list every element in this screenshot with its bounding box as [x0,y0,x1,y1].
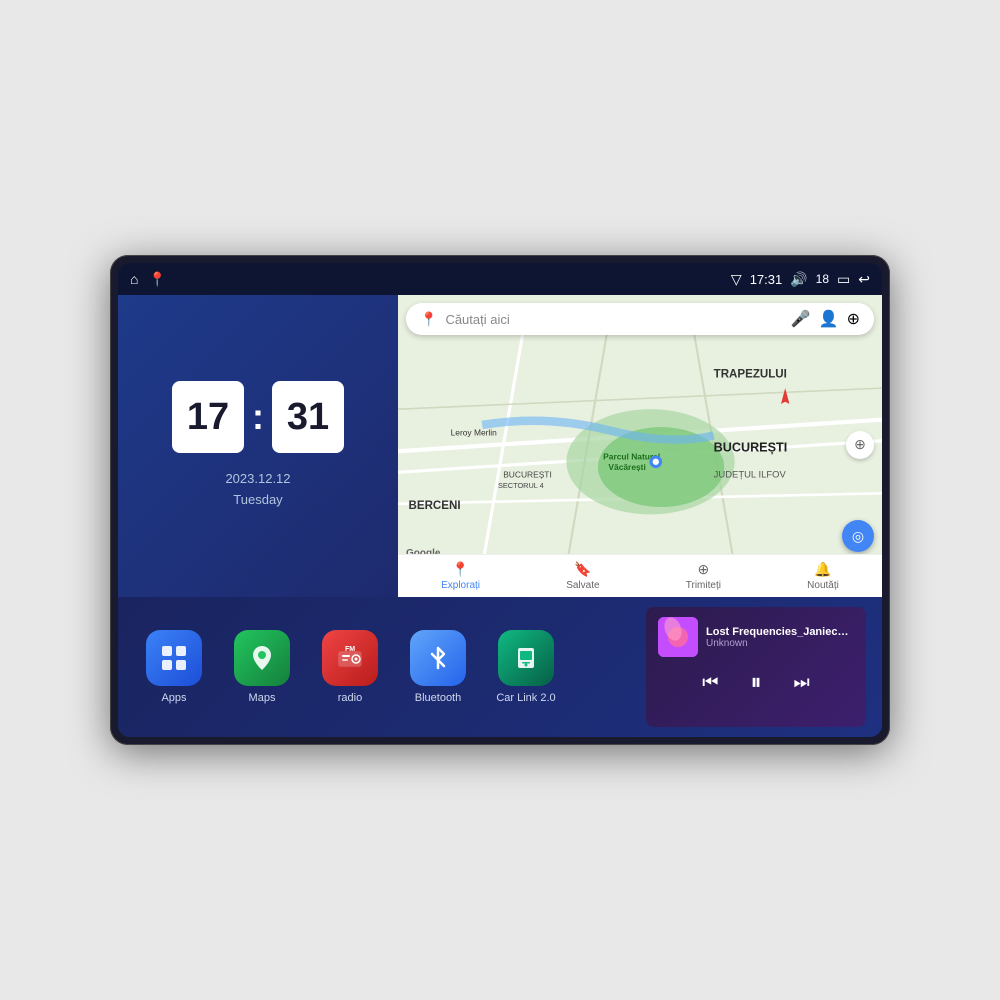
map-layers-icon[interactable]: ⊕ [847,309,860,329]
status-time: 17:31 [750,272,783,287]
news-label: Noutăți [807,580,839,591]
map-logo-icon: 📍 [420,311,437,328]
date-value: 2023.12.12 [225,469,290,490]
carlink-label: Car Link 2.0 [496,692,555,704]
music-player: Lost Frequencies_Janieck Devy-... Unknow… [646,607,866,727]
svg-text:FM: FM [345,646,355,653]
map-search-bar[interactable]: 📍 Căutați aici 🎤 👤 ⊕ [406,303,874,335]
back-icon[interactable]: ↩ [858,271,870,288]
app-icon-maps[interactable]: Maps [222,630,302,704]
explore-icon: 📍 [452,561,469,578]
apps-label: Apps [161,692,186,704]
saved-icon: 🔖 [574,561,591,578]
bottom-section: Apps Maps [118,597,882,737]
explore-label: Explorați [441,580,480,591]
carlink-icon-bg [498,630,554,686]
maps-label: Maps [249,692,276,704]
battery-icon: ▭ [837,271,850,288]
maps-icon-bg [234,630,290,686]
status-left-icons: ⌂ 📍 [130,271,166,288]
news-icon: 🔔 [814,561,831,578]
map-nav-saved[interactable]: 🔖 Salvate [566,561,599,591]
svg-text:JUDEȚUL ILFOV: JUDEȚUL ILFOV [714,470,787,481]
svg-text:TRAPEZULUI: TRAPEZULUI [714,369,787,381]
clock-hours: 17 [172,381,244,453]
map-search-actions: 🎤 👤 ⊕ [791,309,860,329]
clock-display: 17 : 31 [172,381,344,453]
top-section: 17 : 31 2023.12.12 Tuesday [118,295,882,597]
music-prev-button[interactable]: ⏮ [698,668,722,697]
map-nav-send[interactable]: ⊕ Trimiteți [686,561,721,591]
clock-widget: 17 : 31 2023.12.12 Tuesday [118,295,398,597]
volume-icon: 🔊 [790,271,807,288]
battery-level: 18 [816,272,829,286]
app-icon-radio[interactable]: FM radio [310,630,390,704]
map-nav-news[interactable]: 🔔 Noutăți [807,561,839,591]
signal-icon: ▽ [731,271,742,288]
svg-text:Leroy Merlin: Leroy Merlin [451,427,498,437]
app-icon-apps[interactable]: Apps [134,630,214,704]
music-controls: ⏮ ⏸ ⏭ [658,665,854,699]
bluetooth-icon-bg [410,630,466,686]
map-nav-explore[interactable]: 📍 Explorați [441,561,480,591]
send-label: Trimiteți [686,580,721,591]
svg-text:BUCUREȘTI: BUCUREȘTI [714,440,788,454]
music-info: Lost Frequencies_Janieck Devy-... Unknow… [658,617,854,657]
svg-text:SECTORUL 4: SECTORUL 4 [498,481,544,490]
music-play-button[interactable]: ⏸ [746,665,765,699]
status-right-info: ▽ 17:31 🔊 18 ▭ ↩ [731,271,870,288]
device-screen: ⌂ 📍 ▽ 17:31 🔊 18 ▭ ↩ 17 : [118,263,882,737]
radio-icon-bg: FM [322,630,378,686]
apps-grid: Apps Maps [134,630,646,704]
clock-separator: : [252,396,264,438]
apps-icon-bg [146,630,202,686]
radio-label: radio [338,692,362,704]
clock-minutes: 31 [272,381,344,453]
music-text: Lost Frequencies_Janieck Devy-... Unknow… [706,626,854,649]
map-bottom-nav: 📍 Explorați 🔖 Salvate ⊕ Trimiteți 🔔 [398,554,882,597]
music-title: Lost Frequencies_Janieck Devy-... [706,626,854,638]
map-widget[interactable]: TRAPEZULUI BUCUREȘTI JUDEȚUL ILFOV BERCE… [398,295,882,597]
music-album-art [658,617,698,657]
app-icon-carlink[interactable]: Car Link 2.0 [486,630,566,704]
car-display-device: ⌂ 📍 ▽ 17:31 🔊 18 ▭ ↩ 17 : [110,255,890,745]
bluetooth-label: Bluetooth [415,692,461,704]
clock-date: 2023.12.12 Tuesday [225,469,290,511]
svg-text:BUCUREȘTI: BUCUREȘTI [503,470,552,480]
svg-text:Văcărești: Văcărești [608,462,645,472]
music-next-button[interactable]: ⏭ [790,668,814,697]
status-bar: ⌂ 📍 ▽ 17:31 🔊 18 ▭ ↩ [118,263,882,295]
saved-label: Salvate [566,580,599,591]
send-icon: ⊕ [697,561,709,578]
map-compass[interactable]: ⊕ [846,431,874,459]
day-value: Tuesday [225,490,290,511]
map-voice-icon[interactable]: 🎤 [791,309,811,329]
app-icon-bluetooth[interactable]: Bluetooth [398,630,478,704]
main-content: 17 : 31 2023.12.12 Tuesday [118,295,882,737]
svg-text:BERCENI: BERCENI [409,500,461,512]
map-search-placeholder[interactable]: Căutați aici [445,312,782,327]
map-account-icon[interactable]: 👤 [819,309,839,329]
maps-icon[interactable]: 📍 [148,271,165,288]
home-icon[interactable]: ⌂ [130,271,138,287]
music-artist: Unknown [706,638,854,649]
map-location-fab[interactable]: ◎ [842,520,874,552]
